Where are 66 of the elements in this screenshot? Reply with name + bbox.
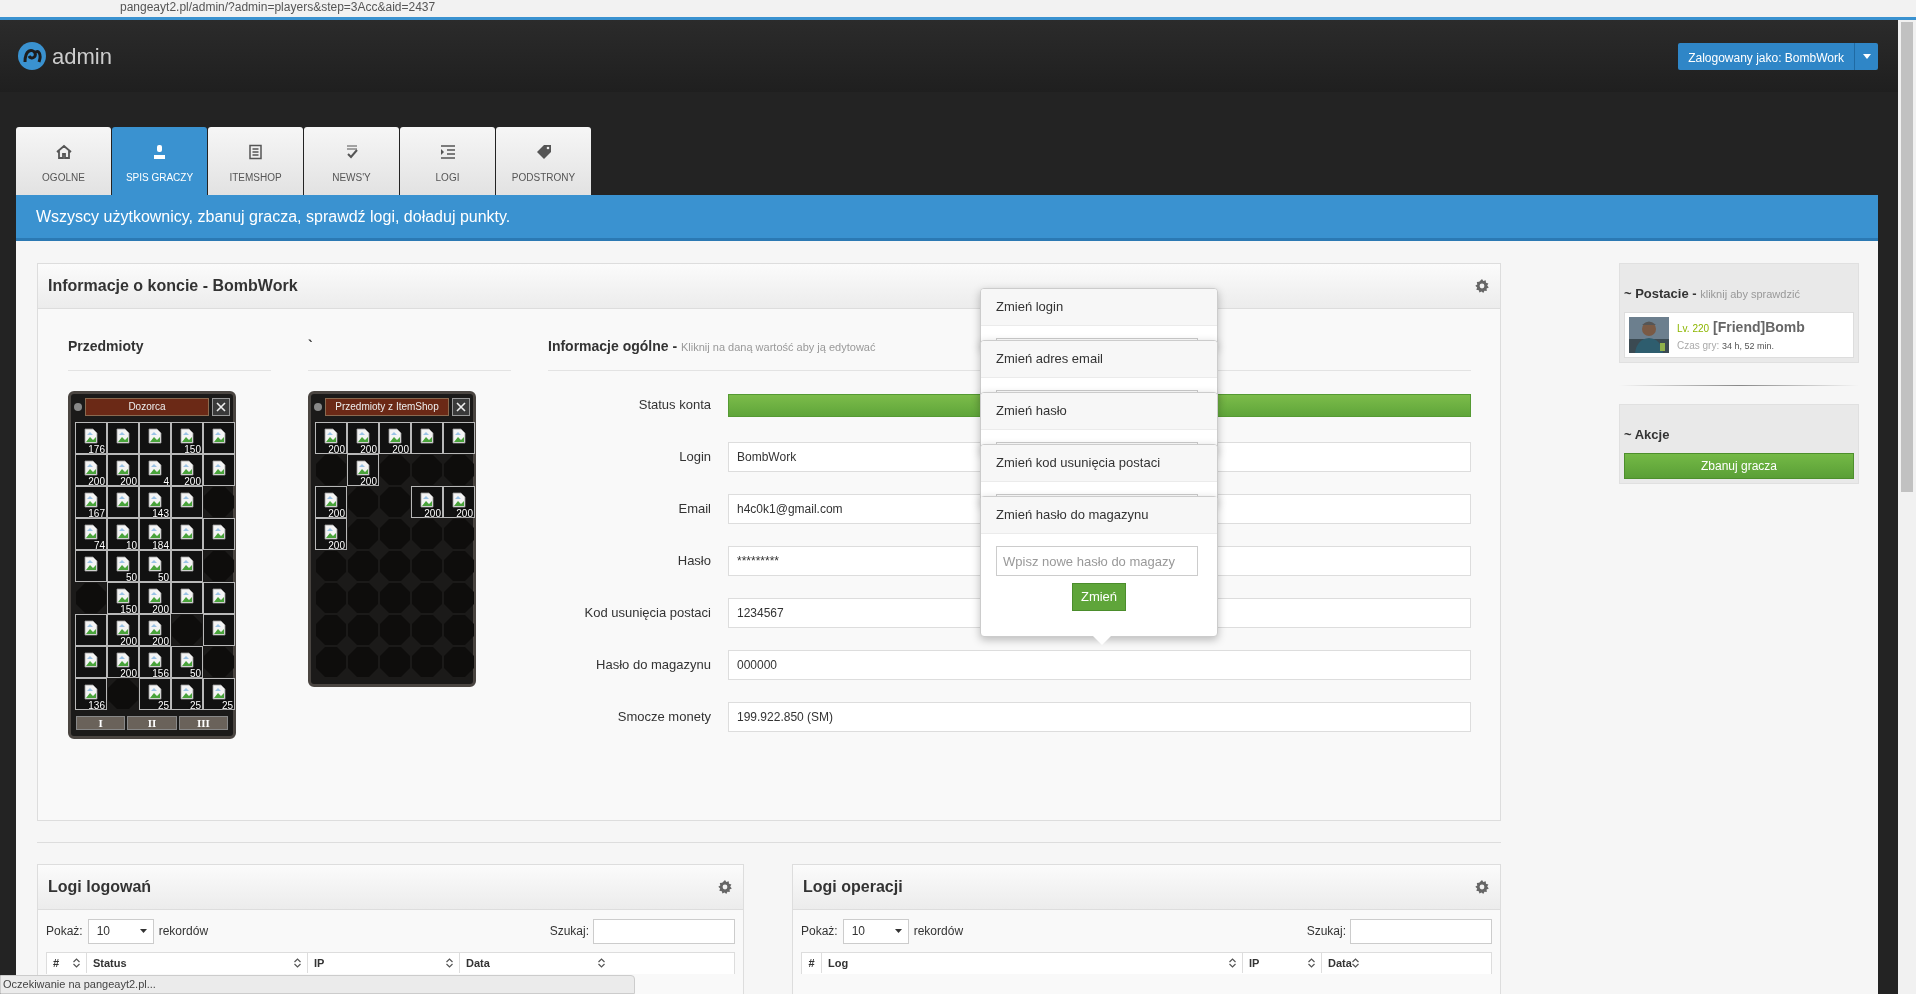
item-count: 143 [152,508,169,519]
item-count: 184 [152,540,169,551]
field-label: Kod usunięcia postaci [583,604,711,623]
field-label: Login [678,448,711,467]
item-count: 74 [93,540,105,551]
item-count: 200 [328,508,345,519]
popover-title: Zmień hasło [981,393,1217,430]
page-subtitle: Wszyscy użytkownicy, zbanuj gracza, sprawdź logi, doładuj punkty. [16,195,1878,241]
item-count: 167 [88,508,105,519]
records-label: rekordów [158,923,209,940]
item-count: 176 [88,444,105,455]
panel-title: Logi logowań [48,877,152,897]
item-count: 200 [392,444,409,455]
item-count: 136 [88,700,105,711]
field-label: Hasło do magazynu [595,656,711,675]
item-count: 150 [120,604,137,615]
window-title: Przedmioty z ItemShop [325,398,449,416]
item-count: 200 [120,668,137,679]
status-tooltip: Oczekiwanie na pangeayt2.pl... [0,975,635,994]
search-label: Szukaj: [1306,923,1346,940]
item-count: 50 [157,572,169,583]
search-label: Szukaj: [549,923,589,940]
item-count: 4 [163,476,169,487]
item-count: 156 [152,668,169,679]
item-count: 200 [184,476,201,487]
item-count: 200 [152,636,169,647]
item-count: 25 [157,700,169,711]
popover-title: Zmień kod usunięcia postaci [981,445,1217,482]
field-label: Status konta [637,396,711,415]
popover-title: Zmień adres email [981,341,1217,378]
item-count: 200 [152,604,169,615]
item-count: 200 [120,476,137,487]
sidebar-title: ~ Akcje [1624,426,1671,444]
item-count: 200 [360,476,377,487]
section-heading: ` [308,338,313,354]
character-name: [Friend]Bomb [1713,318,1805,335]
item-count: 50 [189,668,201,679]
item-count: 200 [328,444,345,455]
character-level: Lv. 220 [1677,322,1710,334]
item-count: 150 [184,444,201,455]
item-count: 25 [221,700,233,711]
item-count: 25 [189,700,201,711]
field-label: Hasło [676,552,711,571]
field-label: Email [677,500,711,519]
section-heading: Informacje ogólne - Kliknij na daną wartość aby ją edytować [548,338,876,354]
item-count: 200 [424,508,441,519]
item-count: 200 [456,508,473,519]
item-count: 200 [360,444,377,455]
item-count: 200 [328,540,345,551]
popover-title: Zmień login [981,289,1217,326]
panel-title: Logi operacji [803,877,903,897]
logo-text: admin [52,42,112,71]
field-label: Smocze monety [616,708,711,727]
sidebar-title: ~ Postacie - kliknij aby sprawdzić [1624,285,1801,303]
panel-title: Informacje o koncie - BombWork [48,276,298,296]
item-count: 200 [120,636,137,647]
window-title: Dozorca [85,398,209,416]
item-count: 50 [125,572,137,583]
section-heading: Przedmioty [68,338,144,354]
records-label: rekordów [913,923,964,940]
item-count: 10 [125,540,137,551]
show-label: Pokaż: [801,923,838,940]
show-label: Pokaż: [46,923,83,940]
popover-title: Zmień hasło do magazynu [981,497,1217,534]
item-count: 200 [88,476,105,487]
play-time: Czas gry: 34 h, 52 min. [1677,338,1776,353]
